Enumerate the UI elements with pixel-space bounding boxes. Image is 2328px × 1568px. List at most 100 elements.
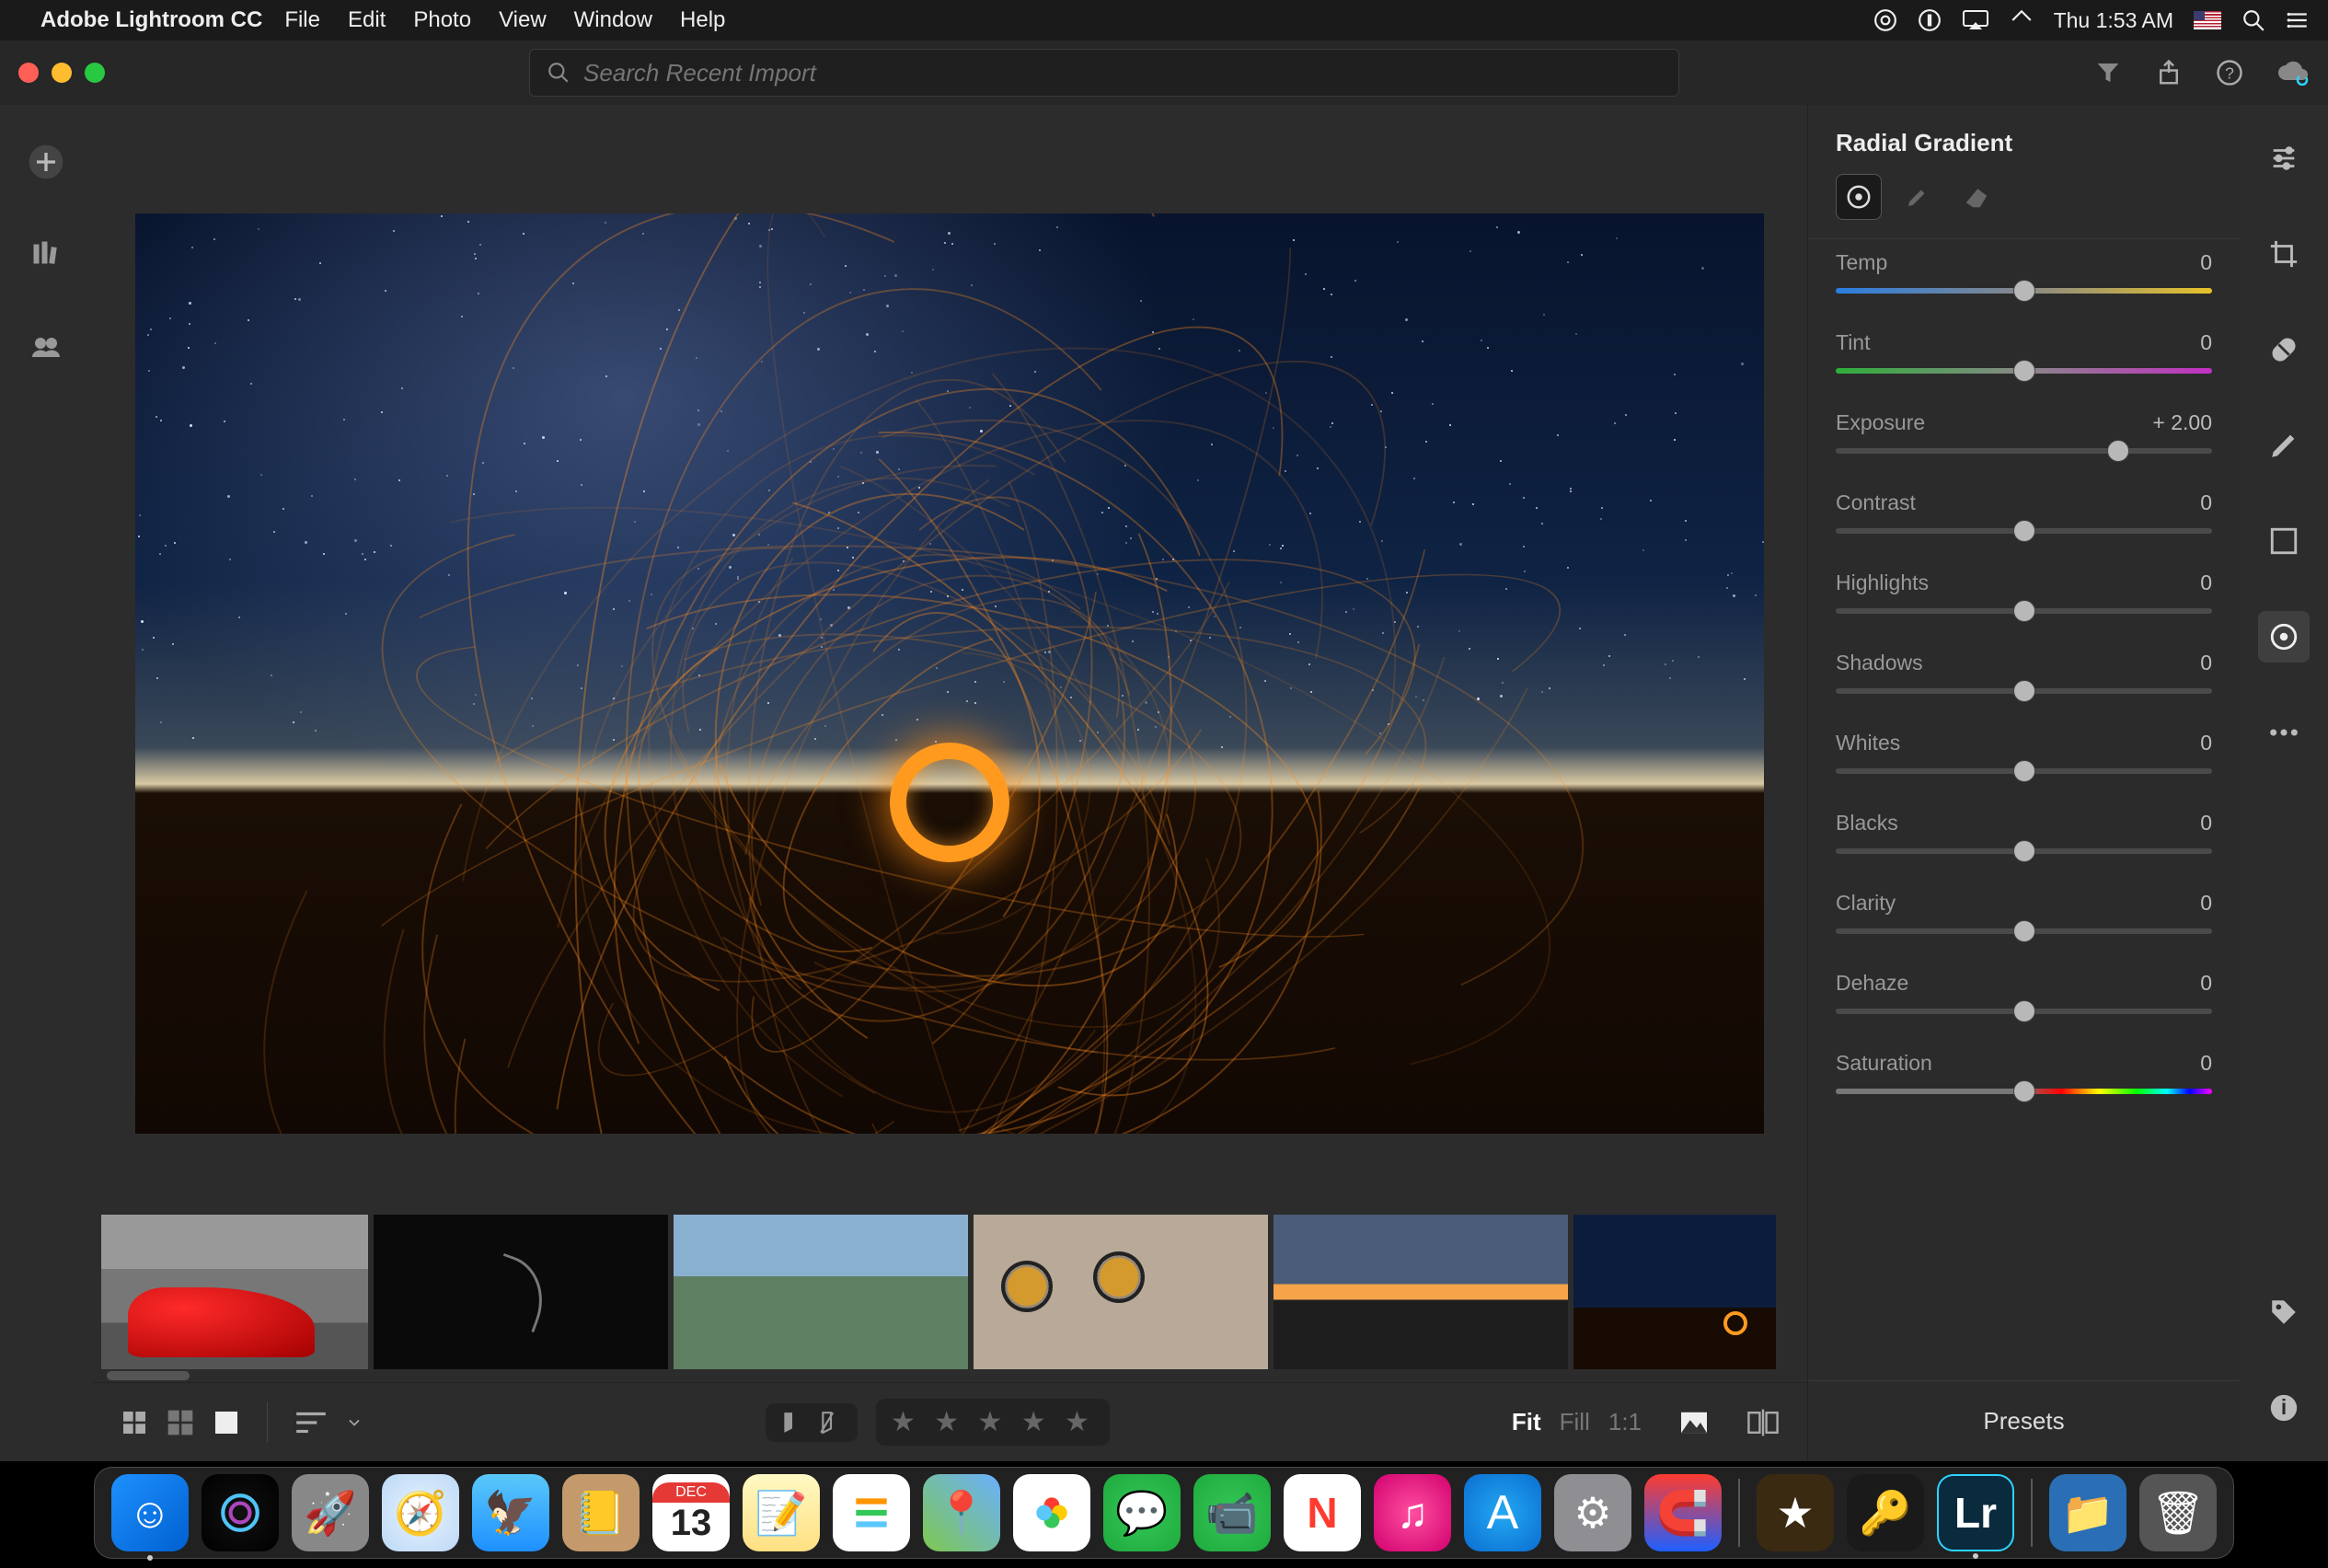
thumbnail-3[interactable] xyxy=(674,1215,968,1369)
brush-tool-icon[interactable] xyxy=(2258,420,2310,471)
eraser-icon[interactable] xyxy=(1953,174,2000,220)
macos-dock: ☺ 🚀 🧭 🦅 📒 DEC13 📝 📍 💬 📹 N ♫ A ⚙ 🧲 ★ 🔑 Lr… xyxy=(94,1467,2234,1559)
more-icon[interactable] xyxy=(2258,707,2310,758)
sharing-button[interactable] xyxy=(26,326,66,366)
dock-facetime-icon[interactable]: 📹 xyxy=(1193,1474,1271,1551)
info-icon[interactable]: i xyxy=(2258,1382,2310,1434)
menu-file[interactable]: File xyxy=(284,7,320,33)
grid-view-large-icon[interactable] xyxy=(166,1408,195,1437)
zoom-fill[interactable]: Fill xyxy=(1560,1408,1590,1436)
slider-shadows[interactable]: Shadows0 xyxy=(1836,651,2212,694)
slider-value: 0 xyxy=(2200,330,2212,355)
minimize-window-button[interactable] xyxy=(52,63,72,83)
dock-system-prefs-icon[interactable]: ⚙ xyxy=(1554,1474,1631,1551)
slider-exposure[interactable]: Exposure+ 2.00 xyxy=(1836,410,2212,454)
slider-whites[interactable]: Whites0 xyxy=(1836,731,2212,774)
dock-itunes-icon[interactable]: ♫ xyxy=(1374,1474,1451,1551)
slider-saturation[interactable]: Saturation 0 xyxy=(1836,1051,2212,1094)
spotlight-icon[interactable] xyxy=(2242,8,2265,32)
dock-lightroom-icon[interactable]: Lr xyxy=(1937,1474,2014,1551)
slider-label: Saturation xyxy=(1836,1051,1932,1076)
radial-mask-new-icon[interactable] xyxy=(1836,174,1882,220)
photo-canvas[interactable]: /*placeholder to keep structure*/ xyxy=(135,213,1764,1134)
edit-sliders-icon[interactable] xyxy=(2258,133,2310,184)
thumbnail-2[interactable] xyxy=(374,1215,668,1369)
dock-finder-icon[interactable]: ☺ xyxy=(111,1474,189,1551)
slider-contrast[interactable]: Contrast0 xyxy=(1836,490,2212,534)
dock-news-icon[interactable]: N xyxy=(1284,1474,1361,1551)
dock-appstore-icon[interactable]: A xyxy=(1464,1474,1541,1551)
keywords-tag-icon[interactable] xyxy=(2258,1286,2310,1338)
slider-temp[interactable]: Temp0 xyxy=(1836,250,2212,294)
dock-photos-icon[interactable] xyxy=(1013,1474,1090,1551)
cc-status-icon[interactable] xyxy=(1873,8,1897,32)
search-input[interactable] xyxy=(583,59,1662,87)
menu-photo[interactable]: Photo xyxy=(413,7,471,33)
show-original-icon[interactable] xyxy=(1678,1410,1710,1435)
dock-launchpad-icon[interactable]: 🚀 xyxy=(292,1474,369,1551)
dock-mail-icon[interactable]: 🦅 xyxy=(472,1474,549,1551)
zoom-1-1[interactable]: 1:1 xyxy=(1608,1408,1642,1436)
dock-contacts-icon[interactable]: 📒 xyxy=(562,1474,640,1551)
slider-blacks[interactable]: Blacks0 xyxy=(1836,811,2212,854)
cloud-sync-icon[interactable] xyxy=(2276,60,2310,86)
dock-maps-icon[interactable]: 📍 xyxy=(923,1474,1000,1551)
close-window-button[interactable] xyxy=(18,63,39,83)
status-icon[interactable] xyxy=(1918,8,1942,32)
thumbnail-4[interactable] xyxy=(974,1215,1268,1369)
fullscreen-window-button[interactable] xyxy=(85,63,105,83)
dock-1password-icon[interactable]: 🔑 xyxy=(1847,1474,1924,1551)
airplay-icon[interactable] xyxy=(1962,9,1989,31)
sort-icon[interactable] xyxy=(294,1409,328,1436)
dock-magnet-icon[interactable]: 🧲 xyxy=(1644,1474,1722,1551)
input-source-flag-icon[interactable] xyxy=(2194,11,2221,29)
slider-clarity[interactable]: Clarity0 xyxy=(1836,891,2212,934)
linear-gradient-icon[interactable] xyxy=(2258,515,2310,567)
slider-dehaze[interactable]: Dehaze0 xyxy=(1836,971,2212,1014)
thumbnail-5[interactable] xyxy=(1273,1215,1568,1369)
slider-tint[interactable]: Tint0 xyxy=(1836,330,2212,374)
before-after-icon[interactable] xyxy=(1746,1409,1780,1436)
thumbnail-1[interactable] xyxy=(101,1215,368,1369)
sort-dropdown-chevron-icon[interactable] xyxy=(345,1413,363,1432)
dock-reminders-icon[interactable] xyxy=(833,1474,910,1551)
dock-siri-icon[interactable] xyxy=(202,1474,279,1551)
crop-icon[interactable] xyxy=(2258,228,2310,280)
flag-reject-icon[interactable] xyxy=(819,1411,843,1435)
dock-calendar-icon[interactable]: DEC13 xyxy=(652,1474,730,1551)
zoom-fit[interactable]: Fit xyxy=(1512,1408,1541,1436)
healing-icon[interactable] xyxy=(2258,324,2310,375)
dock-imovie-icon[interactable]: ★ xyxy=(1757,1474,1834,1551)
radial-gradient-icon[interactable] xyxy=(2258,611,2310,663)
single-view-icon[interactable] xyxy=(212,1408,241,1437)
help-icon[interactable]: ? xyxy=(2216,59,2243,86)
panel-title: Radial Gradient xyxy=(1808,105,2240,174)
presets-button[interactable]: Presets xyxy=(1808,1380,2240,1461)
menu-view[interactable]: View xyxy=(499,7,547,33)
search-box[interactable] xyxy=(529,49,1679,97)
slider-highlights[interactable]: Highlights0 xyxy=(1836,571,2212,614)
dock-messages-icon[interactable]: 💬 xyxy=(1103,1474,1181,1551)
grid-view-small-icon[interactable] xyxy=(120,1408,149,1437)
thumbnail-6-selected[interactable] xyxy=(1573,1215,1776,1369)
my-photos-button[interactable] xyxy=(26,234,66,274)
menu-window[interactable]: Window xyxy=(574,7,652,33)
brush-add-icon[interactable] xyxy=(1895,174,1941,220)
menubar-clock[interactable]: Thu 1:53 AM xyxy=(2054,8,2173,33)
filter-icon[interactable] xyxy=(2094,59,2122,86)
menu-edit[interactable]: Edit xyxy=(348,7,386,33)
notification-center-icon[interactable] xyxy=(2286,8,2310,32)
star-rating[interactable]: ★ ★ ★ ★ ★ xyxy=(876,1399,1110,1446)
dock-safari-icon[interactable]: 🧭 xyxy=(382,1474,459,1551)
menubar-app-name[interactable]: Adobe Lightroom CC xyxy=(40,7,262,33)
flag-pick-icon[interactable] xyxy=(780,1411,804,1435)
status-icon-2[interactable] xyxy=(2010,8,2034,32)
dock-downloads-icon[interactable]: 📁 xyxy=(2049,1474,2126,1551)
add-photos-button[interactable] xyxy=(26,142,66,182)
menu-help[interactable]: Help xyxy=(680,7,725,33)
dock-trash-icon[interactable]: 🗑 xyxy=(2139,1474,2217,1551)
slider-value: 0 xyxy=(2200,1051,2212,1076)
dock-notes-icon[interactable]: 📝 xyxy=(743,1474,820,1551)
share-icon[interactable] xyxy=(2155,59,2183,86)
slider-value: 0 xyxy=(2200,971,2212,996)
